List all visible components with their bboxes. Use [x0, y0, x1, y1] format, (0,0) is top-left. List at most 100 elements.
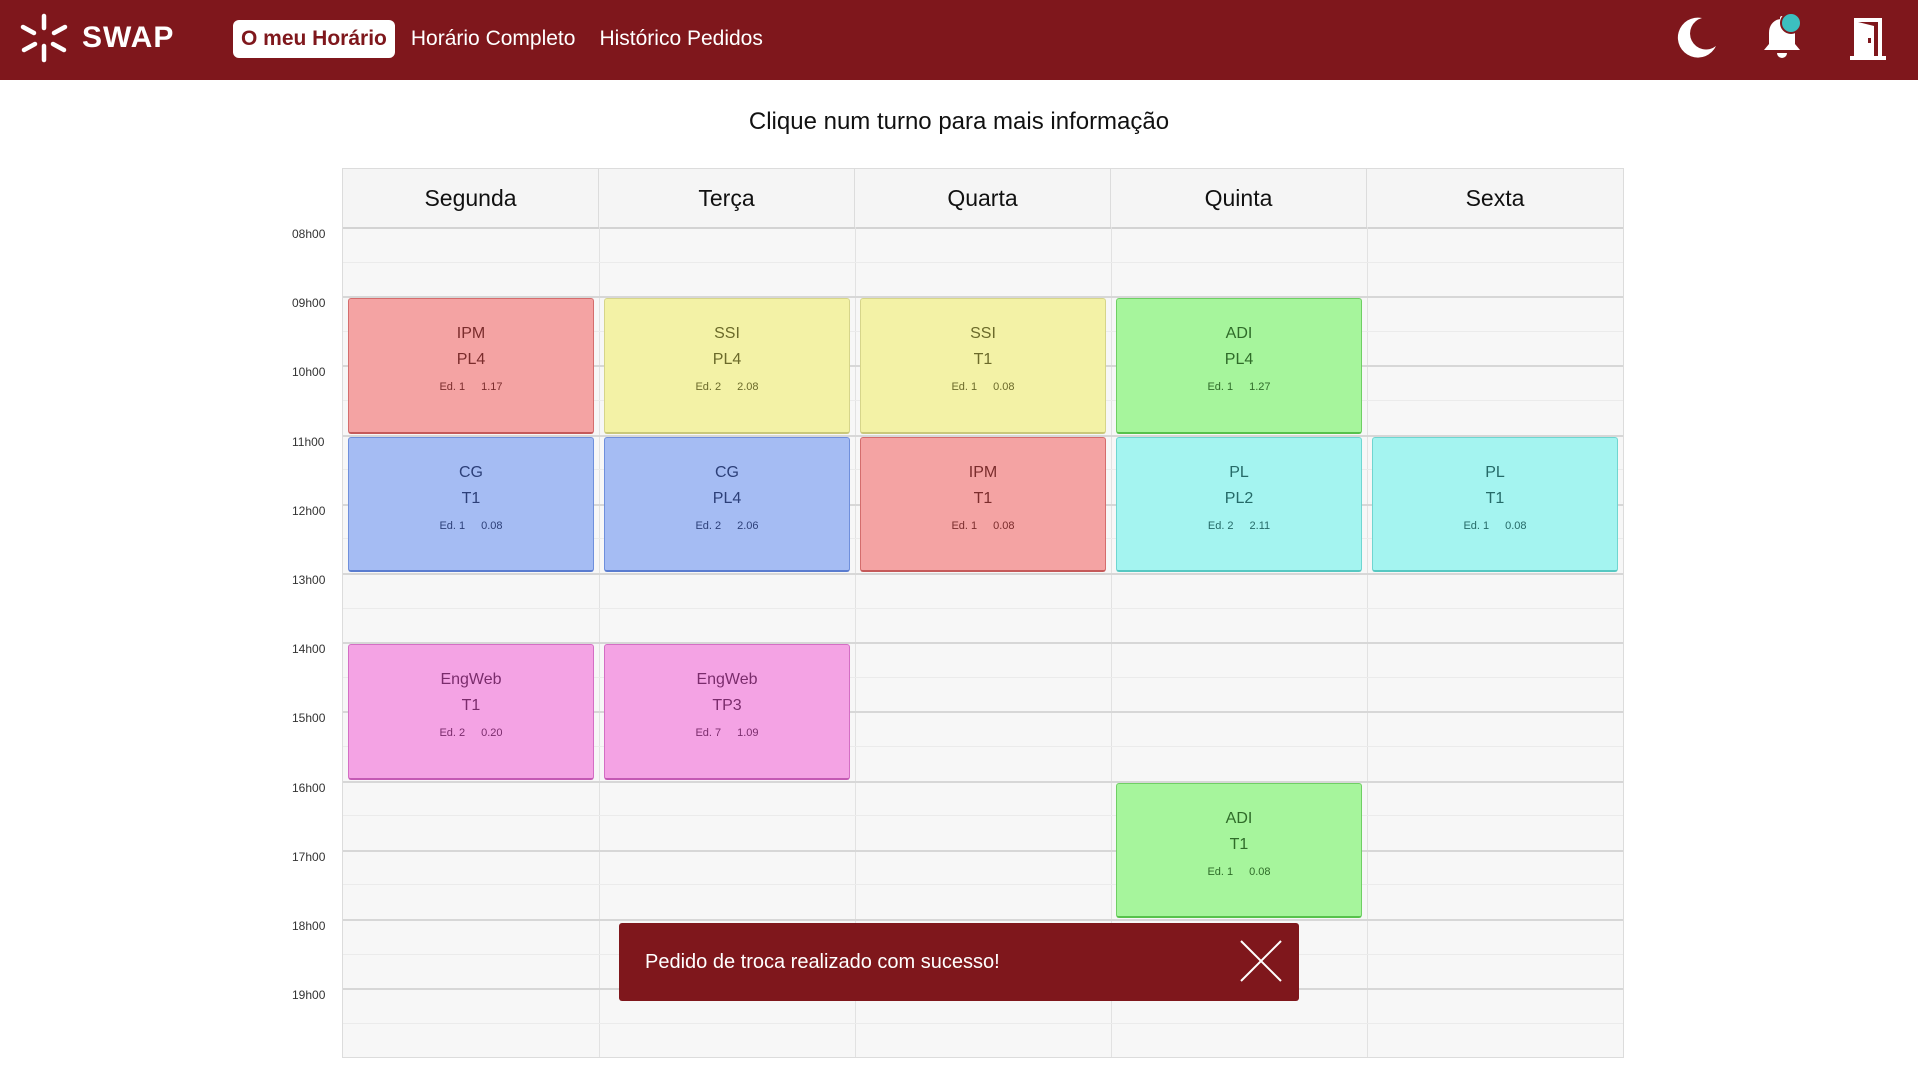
day-header-terca: Terça [599, 169, 855, 227]
logout-button[interactable] [1842, 12, 1894, 64]
shift-building: Ed. 1 [951, 519, 978, 532]
shift-subject: EngWeb [696, 671, 758, 689]
shift-type: PL4 [456, 351, 486, 369]
shift-card[interactable]: PL T1 Ed. 1 0.08 [1372, 436, 1618, 572]
shift-location: Ed. 1 1.27 [1117, 381, 1361, 393]
shift-room: 1.27 [1249, 381, 1271, 394]
shift-room: 0.08 [1505, 519, 1527, 532]
nav-full-schedule[interactable]: Horário Completo [403, 20, 584, 58]
shift-building: Ed. 1 [439, 519, 466, 532]
shift-card[interactable]: CG PL4 Ed. 2 2.06 [604, 436, 850, 572]
shift-room: 1.17 [481, 381, 503, 394]
shift-building: Ed. 1 [1207, 381, 1234, 394]
shift-location: Ed. 1 0.08 [861, 381, 1105, 393]
hour-label: 09h00 [292, 296, 326, 311]
shift-location: Ed. 1 0.08 [1117, 866, 1361, 878]
shift-card[interactable]: ADI PL4 Ed. 1 1.27 [1116, 298, 1362, 434]
app-logo[interactable]: SWAP [18, 12, 174, 64]
shift-building: Ed. 1 [1463, 519, 1490, 532]
dark-mode-button[interactable] [1670, 12, 1722, 64]
shift-card[interactable]: SSI T1 Ed. 1 0.08 [860, 298, 1106, 434]
shift-type: PL2 [1224, 489, 1254, 507]
shift-room: 0.08 [1249, 865, 1271, 878]
hour-gridline [343, 780, 1623, 783]
shift-subject: PL [1229, 463, 1249, 481]
shift-building: Ed. 1 [951, 381, 978, 394]
shift-subject: EngWeb [440, 671, 502, 689]
shift-subject: ADI [1225, 325, 1253, 343]
shift-room: 2.06 [737, 519, 759, 532]
hour-gridline [343, 919, 1623, 921]
shift-building: Ed. 2 [695, 381, 722, 394]
shift-location: Ed. 1 0.08 [349, 520, 593, 532]
half-hour-gridline [343, 884, 1623, 886]
shift-location: Ed. 7 1.09 [605, 727, 849, 739]
shift-type: PL4 [1224, 351, 1254, 369]
half-hour-gridline [343, 815, 1623, 817]
shift-location: Ed. 1 1.17 [349, 381, 593, 393]
hour-label: 08h00 [292, 227, 326, 241]
hour-label: 17h00 [292, 849, 326, 864]
app-name: SWAP [82, 21, 175, 54]
shift-room: 2.11 [1249, 519, 1271, 532]
hour-label: 11h00 [292, 434, 325, 449]
day-header-quarta: Quarta [855, 169, 1111, 227]
success-toast: Pedido de troca realizado com sucesso! [619, 923, 1299, 1001]
shift-room: 2.08 [737, 381, 759, 394]
hour-label: 14h00 [292, 642, 326, 657]
swap-logo-icon [20, 13, 68, 63]
shift-building: Ed. 1 [1207, 865, 1234, 878]
shift-subject: IPM [456, 325, 486, 343]
hour-label: 13h00 [292, 573, 326, 587]
shift-building: Ed. 1 [439, 381, 466, 394]
shift-type: T1 [461, 489, 481, 507]
hour-gridline [343, 573, 1623, 575]
shift-card[interactable]: CG T1 Ed. 1 0.08 [348, 436, 594, 572]
shift-type: T1 [461, 697, 481, 715]
header-divider [343, 227, 1623, 229]
top-navbar: SWAP O meu Horário Horário Completo Hist… [0, 0, 1918, 80]
hour-label: 10h00 [292, 365, 326, 380]
shift-type: T1 [973, 351, 993, 369]
logout-door-icon [1850, 18, 1886, 60]
shift-card[interactable]: EngWeb TP3 Ed. 7 1.09 [604, 644, 850, 780]
shift-subject: ADI [1225, 809, 1253, 827]
shift-card[interactable]: IPM T1 Ed. 1 0.08 [860, 436, 1106, 572]
shift-building: Ed. 2 [1207, 519, 1234, 532]
main-nav: O meu Horário Horário Completo Histórico… [233, 20, 779, 58]
shift-room: 1.09 [737, 727, 759, 740]
page-title: Clique num turno para mais informação [748, 108, 1170, 135]
shift-card[interactable]: ADI T1 Ed. 1 0.08 [1116, 782, 1362, 918]
shift-subject: IPM [968, 463, 998, 481]
notifications-button[interactable] [1756, 12, 1808, 64]
hour-label: 19h00 [292, 988, 326, 1003]
nav-request-history[interactable]: Histórico Pedidos [591, 20, 770, 58]
shift-room: 0.20 [481, 727, 503, 740]
notification-badge [1780, 12, 1802, 34]
shift-card[interactable]: PL PL2 Ed. 2 2.11 [1116, 436, 1362, 572]
shift-location: Ed. 1 0.08 [1373, 520, 1617, 532]
shift-building: Ed. 2 [439, 727, 466, 740]
shift-type: TP3 [712, 697, 742, 715]
shift-room: 0.08 [993, 381, 1015, 394]
shift-type: T1 [1229, 835, 1249, 853]
close-icon[interactable] [1237, 937, 1285, 985]
shift-building: Ed. 2 [695, 519, 722, 532]
shift-room: 0.08 [993, 519, 1015, 532]
shift-card[interactable]: IPM PL4 Ed. 1 1.17 [348, 298, 594, 434]
shift-subject: CG [715, 463, 739, 481]
shift-room: 0.08 [481, 519, 503, 532]
hour-gridline [343, 849, 1623, 852]
shift-type: PL4 [712, 489, 742, 507]
shift-card[interactable]: EngWeb T1 Ed. 2 0.20 [348, 644, 594, 780]
shift-type: T1 [973, 489, 993, 507]
shift-location: Ed. 2 2.08 [605, 381, 849, 393]
nav-my-schedule[interactable]: O meu Horário [233, 20, 395, 58]
hour-label: 15h00 [292, 711, 326, 726]
half-hour-gridline [343, 1022, 1623, 1024]
shift-location: Ed. 2 2.11 [1117, 520, 1361, 532]
shift-location: Ed. 2 0.20 [349, 727, 593, 739]
shift-type: PL4 [712, 351, 742, 369]
shift-subject: SSI [714, 325, 740, 343]
shift-card[interactable]: SSI PL4 Ed. 2 2.08 [604, 298, 850, 434]
